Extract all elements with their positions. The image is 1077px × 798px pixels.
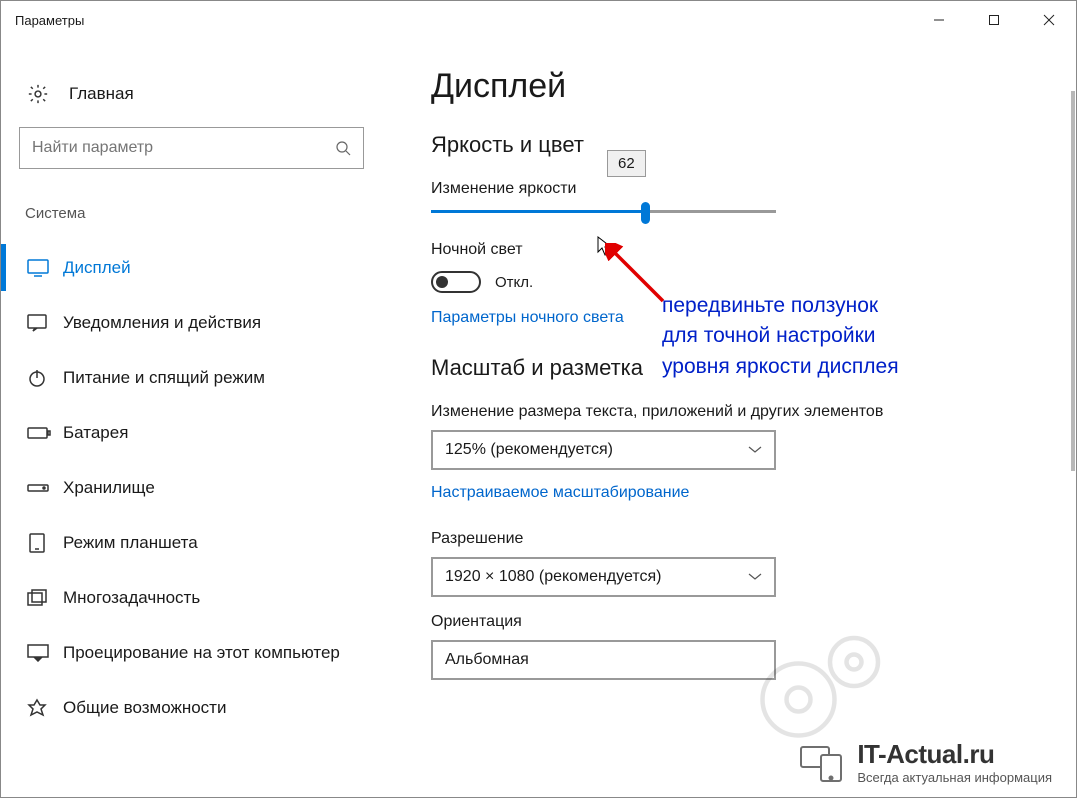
sidebar-item-projecting[interactable]: Проецирование на этот компьютер (19, 625, 365, 680)
scale-dropdown[interactable]: 125% (рекомендуется) (431, 430, 776, 470)
scale-value: 125% (рекомендуется) (445, 441, 613, 459)
sidebar: Главная Система Дисплей Уведомления и де… (1, 39, 383, 797)
resolution-dropdown[interactable]: 1920 × 1080 (рекомендуется) (431, 557, 776, 597)
nightlight-toggle[interactable]: Откл. (431, 271, 1056, 293)
orientation-value: Альбомная (445, 651, 529, 669)
sidebar-item-power[interactable]: Питание и спящий режим (19, 350, 365, 405)
watermark-site: IT-Actual.ru (857, 739, 1052, 770)
brightness-label: Изменение яркости (431, 180, 1056, 198)
search-field[interactable] (32, 139, 335, 157)
sidebar-item-label: Дисплей (63, 258, 131, 278)
window-controls (911, 1, 1076, 39)
scale-label: Изменение размера текста, приложений и д… (431, 403, 1056, 421)
sidebar-group-label: Система (25, 205, 365, 222)
storage-icon (27, 482, 63, 494)
sidebar-item-tablet[interactable]: Режим планшета (19, 515, 365, 570)
sidebar-home-label: Главная (69, 84, 134, 104)
toggle-knob (436, 276, 448, 288)
sidebar-item-label: Питание и спящий режим (63, 368, 265, 388)
watermark-logo-icon (799, 741, 847, 783)
sidebar-item-multitask[interactable]: Многозадачность (19, 570, 365, 625)
slider-track[interactable] (431, 210, 776, 213)
search-input[interactable] (19, 127, 364, 169)
annotation-line: передвиньте ползунок (662, 291, 899, 321)
battery-icon (27, 426, 63, 440)
orientation-label: Ориентация (431, 613, 1056, 631)
power-icon (27, 368, 63, 388)
sidebar-item-label: Уведомления и действия (63, 313, 261, 333)
watermark-tagline: Всегда актуальная информация (857, 770, 1052, 785)
multitask-icon (27, 589, 63, 607)
sidebar-item-label: Проецирование на этот компьютер (63, 643, 340, 663)
slider-tooltip: 62 (607, 150, 646, 177)
sidebar-item-storage[interactable]: Хранилище (19, 460, 365, 515)
watermark: IT-Actual.ru Всегда актуальная информаци… (799, 739, 1052, 785)
slider-thumb[interactable] (641, 202, 650, 224)
sidebar-item-shared[interactable]: Общие возможности (19, 680, 365, 735)
sidebar-home[interactable]: Главная (27, 83, 365, 105)
toggle-switch[interactable] (431, 271, 481, 293)
sidebar-item-battery[interactable]: Батарея (19, 405, 365, 460)
main-panel: Дисплей Яркость и цвет Изменение яркости… (383, 39, 1076, 797)
sidebar-item-label: Батарея (63, 423, 128, 443)
orientation-dropdown[interactable]: Альбомная (431, 640, 776, 680)
custom-scale-link[interactable]: Настраиваемое масштабирование (431, 484, 1056, 502)
search-icon (335, 140, 351, 156)
close-button[interactable] (1021, 1, 1076, 39)
section-brightness-title: Яркость и цвет (431, 132, 1056, 158)
nightlight-label: Ночной свет (431, 241, 1056, 259)
sidebar-item-notifications[interactable]: Уведомления и действия (19, 295, 365, 350)
chevron-down-icon (748, 446, 762, 454)
notifications-icon (27, 314, 63, 332)
brightness-slider[interactable]: 62 (431, 210, 776, 213)
display-icon (27, 259, 63, 277)
resolution-value: 1920 × 1080 (рекомендуется) (445, 568, 661, 586)
sidebar-item-label: Общие возможности (63, 698, 226, 718)
minimize-button[interactable] (911, 1, 966, 39)
sidebar-item-label: Хранилище (63, 478, 155, 498)
slider-fill (431, 210, 645, 213)
shared-icon (27, 698, 63, 718)
toggle-state-label: Откл. (495, 274, 533, 291)
projecting-icon (27, 644, 63, 662)
tablet-icon (27, 533, 63, 553)
window-title: Параметры (15, 13, 84, 28)
chevron-down-icon (748, 573, 762, 581)
titlebar: Параметры (1, 1, 1076, 39)
annotation-line: уровня яркости дисплея (662, 352, 899, 382)
gear-icon (27, 83, 49, 105)
sidebar-item-display[interactable]: Дисплей (19, 240, 365, 295)
page-title: Дисплей (431, 67, 1056, 106)
annotation-line: для точной настройки (662, 321, 899, 351)
sidebar-item-label: Многозадачность (63, 588, 200, 608)
maximize-button[interactable] (966, 1, 1021, 39)
resolution-label: Разрешение (431, 530, 1056, 548)
scrollbar[interactable] (1071, 91, 1075, 471)
annotation-text: передвиньте ползунок для точной настройк… (662, 291, 899, 382)
sidebar-item-label: Режим планшета (63, 533, 198, 553)
